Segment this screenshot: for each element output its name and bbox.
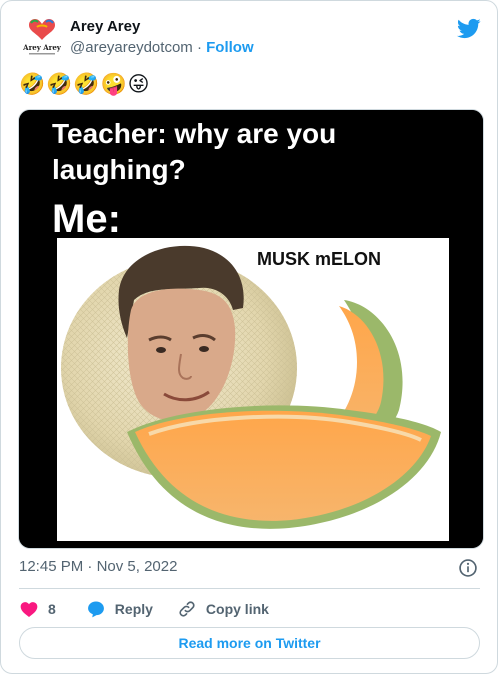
- tweet-timestamp[interactable]: 12:45 PM · Nov 5, 2022: [19, 558, 177, 575]
- reply-icon: [87, 601, 104, 618]
- meme-headline-line2: laughing?: [52, 154, 186, 185]
- author-handle[interactable]: @areyareydotcom: [70, 39, 193, 56]
- copy-link-button[interactable]: Copy link: [177, 599, 269, 619]
- info-icon[interactable]: [458, 558, 478, 578]
- avatar[interactable]: Arey Arey: [19, 15, 65, 61]
- reply-label: Reply: [114, 601, 153, 617]
- like-button[interactable]: 8: [19, 599, 56, 619]
- tweet-text: 🤣🤣🤣🤪😜: [19, 73, 151, 96]
- meme-image: Teacher: why are you laughing? Me: MUSK …: [19, 110, 483, 548]
- link-icon: [179, 601, 195, 617]
- heart-icon: [20, 602, 38, 617]
- timestamp-separator: ·: [87, 558, 93, 575]
- reply-button[interactable]: Reply: [86, 599, 153, 619]
- avatar-logo-icon: Arey Arey: [19, 15, 65, 61]
- avatar-logo-text: Arey Arey: [22, 43, 62, 52]
- tweet-media-image[interactable]: Teacher: why are you laughing? Me: MUSK …: [18, 109, 484, 549]
- tweet-date: Nov 5, 2022: [96, 558, 178, 575]
- copy-link-label: Copy link: [205, 601, 269, 617]
- twitter-bird-icon[interactable]: [456, 16, 481, 41]
- meme-headline-line3: Me:: [52, 197, 121, 241]
- read-more-button[interactable]: Read more on Twitter: [19, 627, 480, 659]
- action-bar: 8 Reply Copy link: [19, 597, 269, 621]
- meme-caption: MUSK mELON: [257, 249, 381, 269]
- read-more-label: Read more on Twitter: [178, 635, 321, 651]
- tweet-time: 12:45 PM: [19, 558, 84, 575]
- like-count: 8: [48, 601, 56, 617]
- author-name[interactable]: Arey Arey: [70, 18, 140, 35]
- tweet-card: Arey Arey Arey Arey @areyareydotcom · Fo…: [0, 0, 498, 674]
- divider: [19, 588, 480, 589]
- handle-separator: ·: [196, 39, 202, 56]
- author-handle-row: @areyareydotcom · Follow: [70, 39, 254, 56]
- meme-headline-line1: Teacher: why are you: [52, 118, 336, 149]
- follow-button[interactable]: Follow: [206, 39, 254, 56]
